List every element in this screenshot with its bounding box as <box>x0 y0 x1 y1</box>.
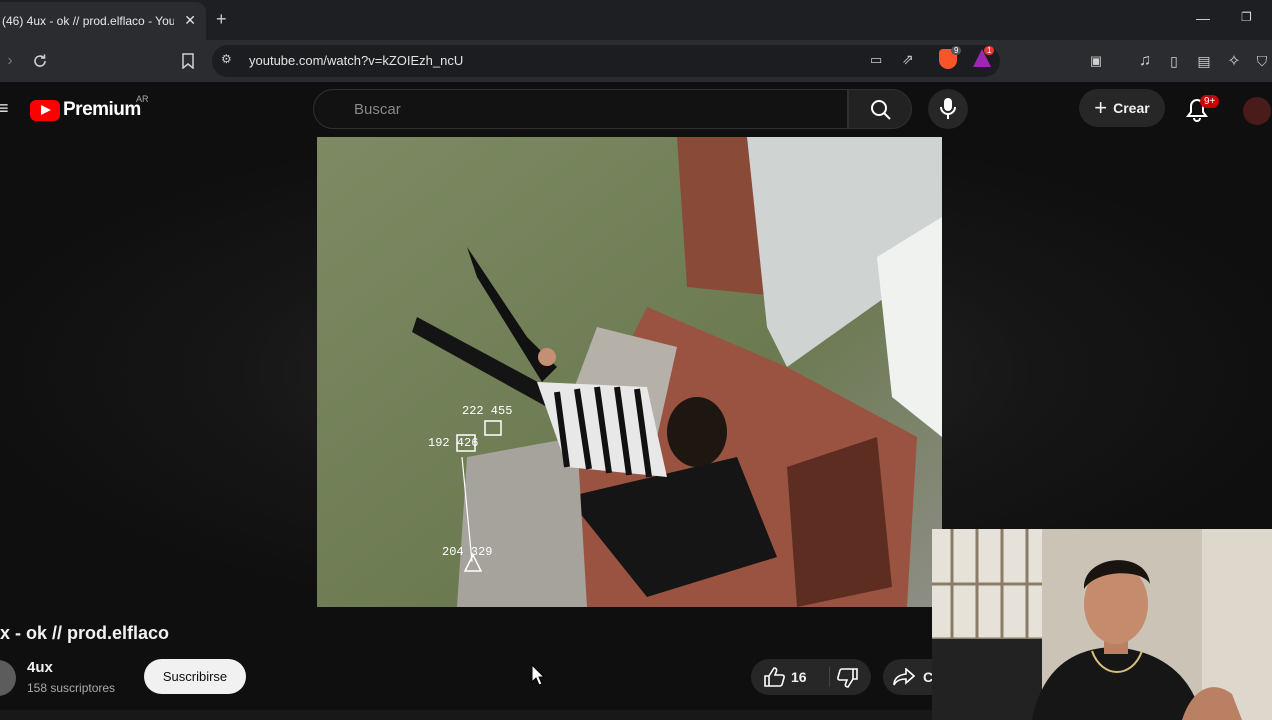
logo-text: Premium <box>63 99 141 120</box>
search-icon <box>871 100 891 120</box>
facecam-overlay <box>932 529 1272 720</box>
dislike-icon[interactable] <box>837 668 859 688</box>
browser-tab[interactable]: (46) 4ux - ok // prod.elflaco - You ✕ <box>0 2 206 40</box>
facecam-image <box>932 529 1272 720</box>
youtube-header: ≡ Premium AR Buscar + Crear 9+ <box>0 82 1272 136</box>
menu-icon[interactable]: ≡ <box>0 98 9 119</box>
new-tab-icon[interactable]: + <box>216 9 227 30</box>
vpn-icon[interactable]: ⛉ <box>1250 49 1272 73</box>
leo-ai-icon[interactable]: ✧ <box>1222 49 1246 73</box>
channel-avatar[interactable] <box>0 660 16 696</box>
subscriber-count: 158 suscriptores <box>27 681 116 695</box>
site-settings-icon[interactable]: ⚙ <box>221 52 232 66</box>
overlay-label-2: 192 426 <box>428 436 478 450</box>
video-player[interactable]: 222 455 192 426 204 329 <box>317 137 942 607</box>
bottom-strip <box>0 710 932 720</box>
brave-badge: 9 <box>951 46 962 55</box>
youtube-premium-logo[interactable]: Premium <box>30 99 141 121</box>
channel-name[interactable]: 4ux <box>27 659 53 676</box>
mouse-cursor-icon <box>531 664 545 686</box>
subscribe-button[interactable]: Suscribirse <box>144 659 246 694</box>
search-box[interactable]: Buscar <box>313 89 848 129</box>
extensions-icon[interactable]: ▣ <box>1084 49 1108 73</box>
youtube-play-icon <box>30 99 60 121</box>
video-frame: 222 455 192 426 204 329 <box>317 137 942 607</box>
account-avatar[interactable] <box>1243 97 1271 125</box>
plus-icon: + <box>1094 95 1108 120</box>
search-input[interactable]: Buscar <box>354 101 401 118</box>
reload-icon[interactable] <box>28 49 52 73</box>
close-tab-icon[interactable]: ✕ <box>184 12 196 29</box>
bookmark-icon[interactable] <box>176 49 200 73</box>
rewards-badge: 1 <box>984 46 995 55</box>
like-icon[interactable] <box>763 667 785 687</box>
overlay-label-3: 204 329 <box>442 545 492 559</box>
url-text: youtube.com/watch?v=kZOIEzh_ncU <box>249 53 464 68</box>
video-title: x - ok // prod.elflaco <box>0 623 170 643</box>
browser-tab-bar: (46) 4ux - ok // prod.elflaco - You ✕ + … <box>0 0 1272 40</box>
divider <box>829 667 830 687</box>
forward-icon[interactable]: › <box>0 49 22 73</box>
microphone-icon <box>940 98 956 119</box>
like-dislike-group: 16 <box>751 659 871 695</box>
overlay-label-1: 222 455 <box>462 404 512 418</box>
cast-icon[interactable]: ▭ <box>870 52 882 68</box>
minimize-icon[interactable]: — <box>1196 10 1210 26</box>
search-button[interactable] <box>848 89 912 129</box>
browser-toolbar: › ⚙ youtube.com/watch?v=kZOIEzh_ncU ▭ ⇗ … <box>0 40 1272 82</box>
create-button[interactable]: + Crear <box>1079 89 1165 127</box>
notifications-badge: 9+ <box>1200 95 1220 108</box>
region-code: AR <box>136 94 149 104</box>
media-icon[interactable]: ♫ <box>1133 49 1157 73</box>
restore-icon[interactable]: ❐ <box>1241 10 1252 24</box>
wallet-icon[interactable]: ▤ <box>1192 49 1216 73</box>
voice-search-button[interactable] <box>928 89 968 129</box>
share-page-icon[interactable]: ⇗ <box>902 51 914 68</box>
like-count: 16 <box>791 669 807 685</box>
create-label: Crear <box>1113 100 1150 116</box>
tab-title: (46) 4ux - ok // prod.elflaco - You <box>2 14 174 28</box>
address-bar[interactable]: ⚙ youtube.com/watch?v=kZOIEzh_ncU ▭ ⇗ 9 … <box>212 45 1000 77</box>
sidebar-icon[interactable]: ▯ <box>1162 49 1186 73</box>
share-icon <box>893 668 915 686</box>
